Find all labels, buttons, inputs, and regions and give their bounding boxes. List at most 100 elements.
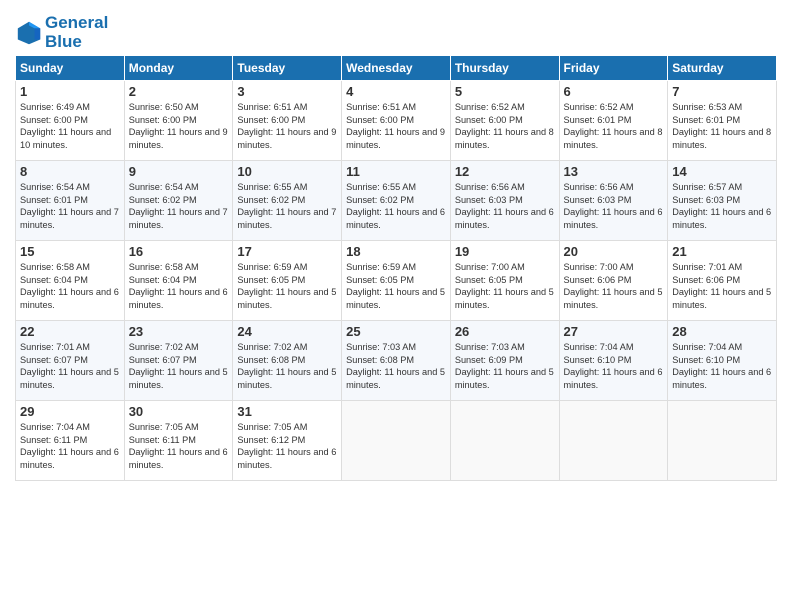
day-number: 16: [129, 244, 229, 259]
calendar-cell: 6 Sunrise: 6:52 AMSunset: 6:01 PMDaylight…: [559, 81, 668, 161]
calendar-cell: 9 Sunrise: 6:54 AMSunset: 6:02 PMDaylight…: [124, 161, 233, 241]
calendar-cell: [559, 401, 668, 481]
day-info: Sunrise: 6:55 AMSunset: 6:02 PMDaylight:…: [237, 181, 337, 231]
day-info: Sunrise: 6:49 AMSunset: 6:00 PMDaylight:…: [20, 101, 120, 151]
day-number: 9: [129, 164, 229, 179]
day-number: 28: [672, 324, 772, 339]
calendar-cell: 27 Sunrise: 7:04 AMSunset: 6:10 PMDayligh…: [559, 321, 668, 401]
day-number: 5: [455, 84, 555, 99]
day-info: Sunrise: 7:04 AMSunset: 6:10 PMDaylight:…: [672, 341, 772, 391]
day-number: 27: [564, 324, 664, 339]
calendar-table: SundayMondayTuesdayWednesdayThursdayFrid…: [15, 55, 777, 481]
calendar-header-friday: Friday: [559, 56, 668, 81]
day-info: Sunrise: 6:54 AMSunset: 6:01 PMDaylight:…: [20, 181, 120, 231]
calendar-week-4: 22 Sunrise: 7:01 AMSunset: 6:07 PMDayligh…: [16, 321, 777, 401]
calendar-header-thursday: Thursday: [450, 56, 559, 81]
day-info: Sunrise: 6:51 AMSunset: 6:00 PMDaylight:…: [346, 101, 446, 151]
day-info: Sunrise: 6:52 AMSunset: 6:01 PMDaylight:…: [564, 101, 664, 151]
day-info: Sunrise: 7:03 AMSunset: 6:08 PMDaylight:…: [346, 341, 446, 391]
logo-icon: [15, 19, 43, 47]
calendar-cell: 10 Sunrise: 6:55 AMSunset: 6:02 PMDayligh…: [233, 161, 342, 241]
day-number: 4: [346, 84, 446, 99]
day-info: Sunrise: 7:01 AMSunset: 6:07 PMDaylight:…: [20, 341, 120, 391]
day-number: 14: [672, 164, 772, 179]
calendar-cell: 7 Sunrise: 6:53 AMSunset: 6:01 PMDaylight…: [668, 81, 777, 161]
calendar-cell: [450, 401, 559, 481]
calendar-cell: 2 Sunrise: 6:50 AMSunset: 6:00 PMDaylight…: [124, 81, 233, 161]
day-number: 22: [20, 324, 120, 339]
calendar-body: 1 Sunrise: 6:49 AMSunset: 6:00 PMDaylight…: [16, 81, 777, 481]
day-info: Sunrise: 7:00 AMSunset: 6:05 PMDaylight:…: [455, 261, 555, 311]
day-number: 13: [564, 164, 664, 179]
logo: General Blue: [15, 14, 108, 51]
day-info: Sunrise: 6:51 AMSunset: 6:00 PMDaylight:…: [237, 101, 337, 151]
day-number: 12: [455, 164, 555, 179]
day-number: 6: [564, 84, 664, 99]
day-number: 3: [237, 84, 337, 99]
day-number: 25: [346, 324, 446, 339]
calendar-header-row: SundayMondayTuesdayWednesdayThursdayFrid…: [16, 56, 777, 81]
day-info: Sunrise: 6:50 AMSunset: 6:00 PMDaylight:…: [129, 101, 229, 151]
day-number: 29: [20, 404, 120, 419]
calendar-cell: 3 Sunrise: 6:51 AMSunset: 6:00 PMDaylight…: [233, 81, 342, 161]
calendar-header-tuesday: Tuesday: [233, 56, 342, 81]
day-number: 18: [346, 244, 446, 259]
header: General Blue: [15, 10, 777, 51]
day-info: Sunrise: 6:59 AMSunset: 6:05 PMDaylight:…: [346, 261, 446, 311]
day-info: Sunrise: 7:03 AMSunset: 6:09 PMDaylight:…: [455, 341, 555, 391]
day-number: 2: [129, 84, 229, 99]
day-number: 8: [20, 164, 120, 179]
calendar-week-3: 15 Sunrise: 6:58 AMSunset: 6:04 PMDayligh…: [16, 241, 777, 321]
day-number: 21: [672, 244, 772, 259]
calendar-week-1: 1 Sunrise: 6:49 AMSunset: 6:00 PMDaylight…: [16, 81, 777, 161]
day-info: Sunrise: 6:58 AMSunset: 6:04 PMDaylight:…: [20, 261, 120, 311]
day-info: Sunrise: 7:05 AMSunset: 6:12 PMDaylight:…: [237, 421, 337, 471]
day-info: Sunrise: 7:02 AMSunset: 6:08 PMDaylight:…: [237, 341, 337, 391]
calendar-cell: 13 Sunrise: 6:56 AMSunset: 6:03 PMDayligh…: [559, 161, 668, 241]
calendar-cell: 15 Sunrise: 6:58 AMSunset: 6:04 PMDayligh…: [16, 241, 125, 321]
calendar-cell: 1 Sunrise: 6:49 AMSunset: 6:00 PMDaylight…: [16, 81, 125, 161]
calendar-cell: 29Sunrise: 7:04 AMSunset: 6:11 PMDayligh…: [16, 401, 125, 481]
day-number: 26: [455, 324, 555, 339]
day-number: 30: [129, 404, 229, 419]
day-number: 11: [346, 164, 446, 179]
calendar-cell: 12 Sunrise: 6:56 AMSunset: 6:03 PMDayligh…: [450, 161, 559, 241]
calendar-header-sunday: Sunday: [16, 56, 125, 81]
calendar-cell: 24 Sunrise: 7:02 AMSunset: 6:08 PMDayligh…: [233, 321, 342, 401]
day-info: Sunrise: 6:54 AMSunset: 6:02 PMDaylight:…: [129, 181, 229, 231]
day-info: Sunrise: 6:59 AMSunset: 6:05 PMDaylight:…: [237, 261, 337, 311]
calendar-cell: [342, 401, 451, 481]
calendar-cell: 23 Sunrise: 7:02 AMSunset: 6:07 PMDayligh…: [124, 321, 233, 401]
logo-text: General Blue: [45, 14, 108, 51]
calendar-cell: 14Sunrise: 6:57 AMSunset: 6:03 PMDayligh…: [668, 161, 777, 241]
calendar-cell: [668, 401, 777, 481]
calendar-cell: 30Sunrise: 7:05 AMSunset: 6:11 PMDayligh…: [124, 401, 233, 481]
calendar-week-2: 8 Sunrise: 6:54 AMSunset: 6:01 PMDaylight…: [16, 161, 777, 241]
day-number: 31: [237, 404, 337, 419]
calendar-cell: 18 Sunrise: 6:59 AMSunset: 6:05 PMDayligh…: [342, 241, 451, 321]
day-info: Sunrise: 7:00 AMSunset: 6:06 PMDaylight:…: [564, 261, 664, 311]
day-number: 15: [20, 244, 120, 259]
calendar-cell: 11 Sunrise: 6:55 AMSunset: 6:02 PMDayligh…: [342, 161, 451, 241]
day-info: Sunrise: 6:53 AMSunset: 6:01 PMDaylight:…: [672, 101, 772, 151]
day-number: 17: [237, 244, 337, 259]
day-info: Sunrise: 6:52 AMSunset: 6:00 PMDaylight:…: [455, 101, 555, 151]
day-info: Sunrise: 7:04 AMSunset: 6:10 PMDaylight:…: [564, 341, 664, 391]
calendar-cell: 28 Sunrise: 7:04 AMSunset: 6:10 PMDayligh…: [668, 321, 777, 401]
calendar-cell: 20Sunrise: 7:00 AMSunset: 6:06 PMDayligh…: [559, 241, 668, 321]
day-info: Sunrise: 6:58 AMSunset: 6:04 PMDaylight:…: [129, 261, 229, 311]
calendar-week-5: 29Sunrise: 7:04 AMSunset: 6:11 PMDayligh…: [16, 401, 777, 481]
day-number: 1: [20, 84, 120, 99]
calendar-cell: 17 Sunrise: 6:59 AMSunset: 6:05 PMDayligh…: [233, 241, 342, 321]
calendar-cell: 5 Sunrise: 6:52 AMSunset: 6:00 PMDaylight…: [450, 81, 559, 161]
day-number: 19: [455, 244, 555, 259]
day-number: 10: [237, 164, 337, 179]
day-info: Sunrise: 6:56 AMSunset: 6:03 PMDaylight:…: [455, 181, 555, 231]
calendar-header-wednesday: Wednesday: [342, 56, 451, 81]
day-number: 24: [237, 324, 337, 339]
day-number: 7: [672, 84, 772, 99]
day-info: Sunrise: 6:55 AMSunset: 6:02 PMDaylight:…: [346, 181, 446, 231]
day-info: Sunrise: 7:02 AMSunset: 6:07 PMDaylight:…: [129, 341, 229, 391]
day-info: Sunrise: 6:56 AMSunset: 6:03 PMDaylight:…: [564, 181, 664, 231]
day-number: 23: [129, 324, 229, 339]
